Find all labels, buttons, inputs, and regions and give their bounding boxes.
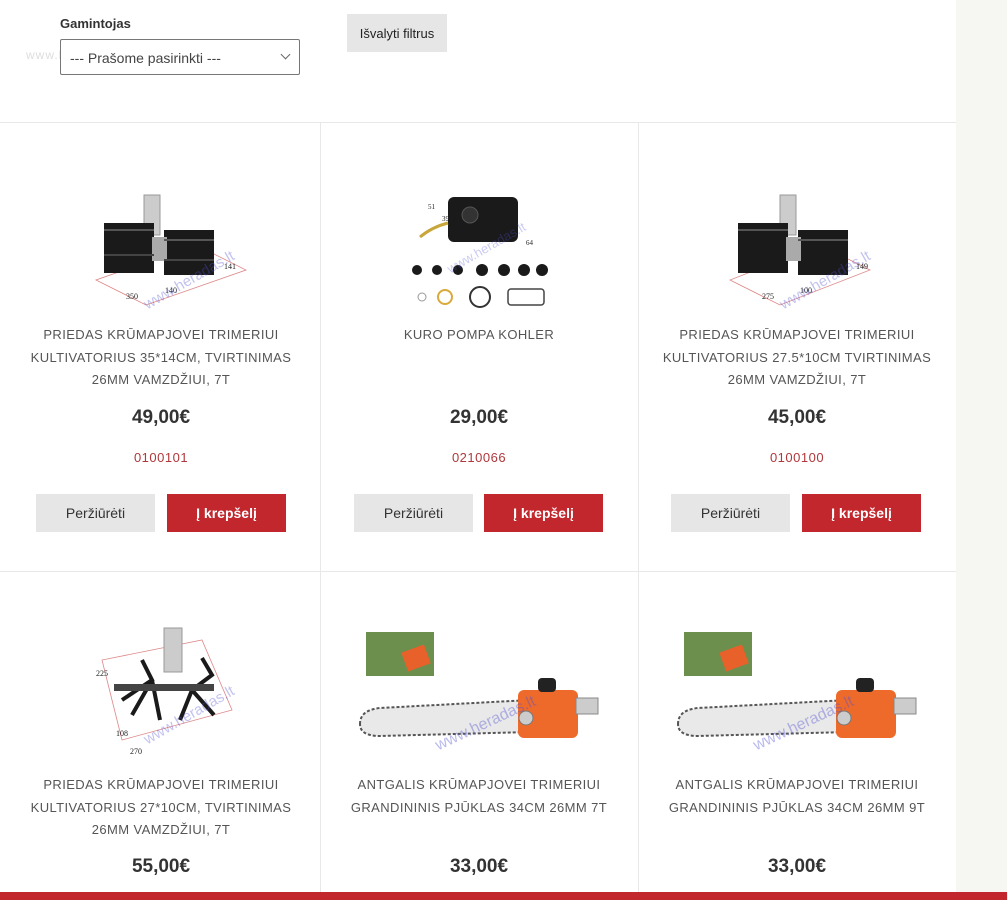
dimension-label: 51	[428, 203, 436, 211]
product-card: 225 108 270 www.heradas.lt PRIEDAS KRŪMA…	[2, 572, 320, 892]
footer-accent-bar	[0, 892, 1007, 900]
dimension-label: 39	[442, 215, 450, 223]
product-image-fuel-pump: 51 39 64 www.heradas.lt	[412, 197, 548, 308]
product-card: 149 275 100 www.heradas.lt PRIEDAS KRŪMA…	[638, 123, 956, 571]
manufacturer-filter-label: Gamintojas	[60, 16, 131, 31]
product-name[interactable]: PRIEDAS KRŪMAPJOVEI TRIMERIUI KULTIVATOR…	[658, 324, 936, 392]
manufacturer-select-value: --- Prašome pasirinkti ---	[70, 50, 221, 66]
dimension-label: 270	[130, 747, 142, 756]
product-card: www.heradas.lt ANTGALIS KRŪMAPJOVEI TRIM…	[638, 572, 956, 892]
product-name[interactable]: PRIEDAS KRŪMAPJOVEI TRIMERIUI KULTIVATOR…	[22, 324, 300, 392]
product-code: 0210066	[451, 450, 507, 465]
dimension-label: 64	[526, 239, 534, 247]
add-to-cart-button[interactable]: Į krepšelį	[802, 494, 921, 532]
product-image-tiller: 149 275 100 www.heradas.lt	[729, 194, 874, 314]
view-product-button[interactable]: Peržiūrėti	[354, 494, 473, 532]
product-card: 51 39 64 www.heradas.lt KURO POMPA KOHLE…	[320, 123, 638, 571]
product-card: www.heradas.lt ANTGALIS KRŪMAPJOVEI TRIM…	[320, 572, 638, 892]
product-price: 33,00€	[767, 856, 827, 877]
dimension-label: 350	[126, 292, 138, 301]
product-image-chainsaw-attachment: www.heradas.lt	[676, 632, 917, 755]
dimension-label: 275	[762, 292, 774, 301]
product-price: 45,00€	[767, 407, 827, 428]
product-code: 0100100	[769, 450, 825, 465]
product-image-tiller: 141 350 140 www.heradas.lt	[94, 194, 248, 314]
product-name[interactable]: ANTGALIS KRŪMAPJOVEI TRIMERIUI GRANDININ…	[658, 774, 936, 819]
manufacturer-select[interactable]: --- Prašome pasirinkti ---	[60, 39, 300, 75]
product-code: 0100101	[133, 450, 189, 465]
dimension-label: 108	[116, 729, 128, 738]
product-price: 29,00€	[449, 407, 509, 428]
add-to-cart-button[interactable]: Į krepšelį	[167, 494, 286, 532]
clear-filters-button[interactable]: Išvalyti filtrus	[347, 14, 447, 52]
product-price: 49,00€	[131, 407, 191, 428]
view-product-button[interactable]: Peržiūrėti	[671, 494, 790, 532]
dimension-label: 225	[96, 669, 108, 678]
product-price: 33,00€	[449, 856, 509, 877]
product-card: 141 350 140 www.heradas.lt PRIEDAS KRŪMA…	[2, 123, 320, 571]
add-to-cart-button[interactable]: Į krepšelį	[484, 494, 603, 532]
product-image-chainsaw-attachment: www.heradas.lt	[358, 632, 599, 755]
product-name[interactable]: PRIEDAS KRŪMAPJOVEI TRIMERIUI KULTIVATOR…	[22, 774, 300, 842]
product-listing: Gamintojas www.heradas.lt --- Prašome pa…	[0, 0, 956, 900]
chevron-down-icon	[280, 49, 291, 60]
product-name[interactable]: ANTGALIS KRŪMAPJOVEI TRIMERIUI GRANDININ…	[340, 774, 618, 819]
view-product-button[interactable]: Peržiūrėti	[36, 494, 155, 532]
page-side-background	[956, 0, 1007, 900]
product-name[interactable]: KURO POMPA KOHLER	[340, 324, 618, 347]
product-image-tiller-blades: 225 108 270 www.heradas.lt	[96, 627, 238, 756]
product-price: 55,00€	[131, 856, 191, 877]
